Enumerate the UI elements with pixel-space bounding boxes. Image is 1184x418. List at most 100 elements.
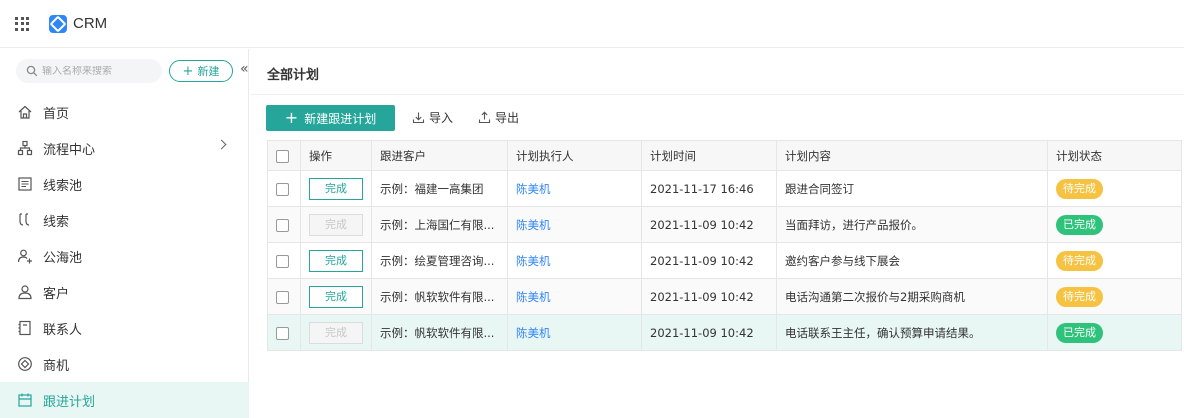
sidebar-item-label: 首页 xyxy=(43,106,70,122)
apps-grid-icon[interactable] xyxy=(15,16,29,31)
crm-logo-icon xyxy=(49,14,67,33)
table-row[interactable]: 完成 示例：福建一高集团 陈美机 2021-11-17 16:46 跟进合同签订 待完成 xyxy=(267,170,1182,207)
new-button[interactable]: + 新建 xyxy=(169,60,233,82)
sidebar-item-label: 跟进计划 xyxy=(43,394,96,410)
sidebar-item-label: 线索 xyxy=(43,214,70,230)
table-row[interactable]: 完成 示例：帆软软件有限... 陈美机 2021-11-09 10:42 电话联系王主任… xyxy=(267,314,1182,351)
customer-cell[interactable]: 示例：福建一高集团 xyxy=(371,170,508,207)
sidebar-item-lead-pool[interactable]: 线索池 xyxy=(0,166,249,202)
time-cell: 2021-11-09 10:42 xyxy=(641,206,777,243)
customer-cell[interactable]: 示例：帆软软件有限... xyxy=(371,278,508,315)
complete-button[interactable]: 完成 xyxy=(309,285,363,308)
sidebar-item-contacts[interactable]: 联系人 xyxy=(0,310,249,346)
table-row[interactable]: 完成 示例：上海国仁有限... 陈美机 2021-11-09 10:42 当面拜访，进行… xyxy=(267,206,1182,243)
row-select-cell xyxy=(267,242,301,279)
row-checkbox[interactable] xyxy=(276,290,289,304)
action-cell: 完成 xyxy=(300,278,372,315)
table-header-row: 操作 跟进客户 计划执行人 计划时间 计划内容 计划状态 xyxy=(267,140,1182,171)
flow-icon xyxy=(17,140,33,156)
status-cell: 待完成 xyxy=(1047,242,1182,279)
status-cell: 待完成 xyxy=(1047,170,1182,207)
complete-button[interactable]: 完成 xyxy=(309,177,363,200)
column-header[interactable]: 计划时间 xyxy=(641,140,777,171)
row-select-cell xyxy=(267,314,301,351)
sidebar-item-label: 流程中心 xyxy=(43,142,96,158)
status-cell: 已完成 xyxy=(1047,206,1182,243)
plan-table: 操作 跟进客户 计划执行人 计划时间 计划内容 计划状态 完成 示例：福建一高集团… xyxy=(267,140,1182,351)
executor-link[interactable]: 陈美机 xyxy=(516,290,551,304)
time-cell: 2021-11-09 10:42 xyxy=(641,314,777,351)
sidebar-item-follow-plan[interactable]: 跟进计划 xyxy=(0,382,249,418)
executor-link[interactable]: 陈美机 xyxy=(516,182,551,196)
sidebar-item-opportunity[interactable]: 商机 xyxy=(0,346,249,382)
content-cell: 邀约客户参与线下展会 xyxy=(776,242,1048,279)
opportunity-icon xyxy=(18,357,32,371)
chevron-right-icon xyxy=(216,139,227,150)
row-select-cell xyxy=(267,170,301,207)
executor-link[interactable]: 陈美机 xyxy=(516,326,551,340)
complete-button: 完成 xyxy=(309,321,363,344)
time-cell: 2021-11-09 10:42 xyxy=(641,278,777,315)
action-cell: 完成 xyxy=(300,206,372,243)
sidebar-item-label: 商机 xyxy=(43,358,70,374)
sidebar: + 新建 « 首页 流程中心 线索池 线索 公海池 客户 xyxy=(0,49,249,418)
search-box[interactable] xyxy=(16,59,162,83)
complete-button: 完成 xyxy=(309,213,363,236)
table-row[interactable]: 完成 示例：绘夏管理咨询... 陈美机 2021-11-09 10:42 邀约客户参与线… xyxy=(267,242,1182,279)
action-cell: 完成 xyxy=(300,170,372,207)
search-input[interactable] xyxy=(42,65,152,77)
row-checkbox[interactable] xyxy=(276,326,289,340)
executor-link[interactable]: 陈美机 xyxy=(516,254,551,268)
status-badge: 待完成 xyxy=(1056,178,1103,199)
sidebar-item-public-pool[interactable]: 公海池 xyxy=(0,238,249,274)
status-badge: 待完成 xyxy=(1056,286,1103,307)
customer-icon xyxy=(18,285,32,300)
customer-cell[interactable]: 示例：绘夏管理咨询... xyxy=(371,242,508,279)
plus-icon: + xyxy=(182,63,194,79)
import-label: 导入 xyxy=(429,111,454,125)
executor-link[interactable]: 陈美机 xyxy=(516,218,551,232)
status-cell: 已完成 xyxy=(1047,314,1182,351)
action-cell: 完成 xyxy=(300,242,372,279)
status-badge: 待完成 xyxy=(1056,250,1103,271)
import-icon xyxy=(412,112,425,124)
executor-cell: 陈美机 xyxy=(507,278,642,315)
import-button[interactable]: 导入 xyxy=(412,109,453,126)
row-select-cell xyxy=(267,278,301,315)
row-checkbox[interactable] xyxy=(276,254,289,268)
column-header[interactable]: 计划状态 xyxy=(1047,140,1182,171)
new-button-label: 新建 xyxy=(197,65,220,78)
content-cell: 电话联系王主任，确认预算申请结果。 xyxy=(776,314,1048,351)
collapse-sidebar-icon[interactable]: « xyxy=(240,61,248,77)
sidebar-item-label: 客户 xyxy=(43,286,70,302)
sidebar-item-flow-center[interactable]: 流程中心 xyxy=(0,130,249,166)
content-cell: 电话沟通第二次报价与2期采购商机 xyxy=(776,278,1048,315)
column-header[interactable]: 跟进客户 xyxy=(371,140,508,171)
status-cell: 待完成 xyxy=(1047,278,1182,315)
row-checkbox[interactable] xyxy=(276,182,289,196)
table-row[interactable]: 完成 示例：帆软软件有限... 陈美机 2021-11-09 10:42 电话沟通第二次… xyxy=(267,278,1182,315)
customer-cell[interactable]: 示例：上海国仁有限... xyxy=(371,206,508,243)
time-cell: 2021-11-17 16:46 xyxy=(641,170,777,207)
sidebar-item-home[interactable]: 首页 xyxy=(0,94,249,130)
customer-cell[interactable]: 示例：帆软软件有限... xyxy=(371,314,508,351)
sidebar-item-customer[interactable]: 客户 xyxy=(0,274,249,310)
app-title: CRM xyxy=(73,15,108,32)
column-header[interactable]: 计划执行人 xyxy=(507,140,642,171)
export-button[interactable]: 导出 xyxy=(478,109,519,126)
page-title: 全部计划 xyxy=(267,68,320,83)
select-all-checkbox[interactable] xyxy=(276,149,289,163)
row-select-cell xyxy=(267,206,301,243)
complete-button[interactable]: 完成 xyxy=(309,249,363,272)
executor-cell: 陈美机 xyxy=(507,242,642,279)
column-header[interactable]: 计划内容 xyxy=(776,140,1048,171)
column-header[interactable]: 操作 xyxy=(300,140,372,171)
status-badge: 已完成 xyxy=(1056,322,1103,343)
home-icon xyxy=(18,105,32,119)
content-cell: 跟进合同签订 xyxy=(776,170,1048,207)
row-checkbox[interactable] xyxy=(276,218,289,232)
new-follow-plan-button[interactable]: + 新建跟进计划 xyxy=(266,105,395,131)
executor-cell: 陈美机 xyxy=(507,170,642,207)
sidebar-item-leads[interactable]: 线索 xyxy=(0,202,249,238)
sidebar-item-label: 联系人 xyxy=(43,322,83,338)
